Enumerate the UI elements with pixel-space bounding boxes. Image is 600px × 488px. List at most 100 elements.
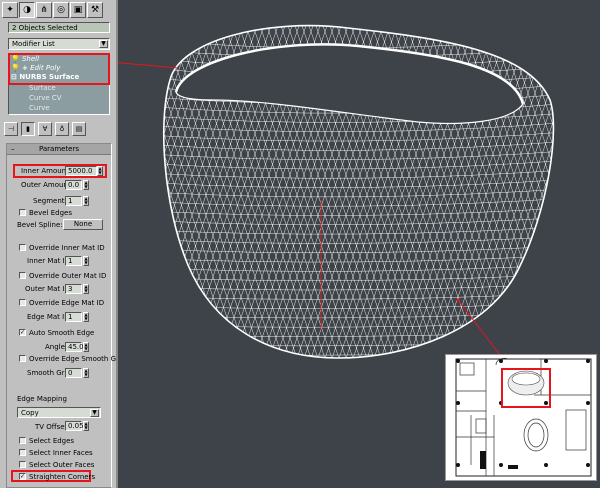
callout-point-icon bbox=[456, 298, 460, 302]
select-outer-faces-label: Select Outer Faces bbox=[29, 461, 95, 469]
outer-amount-spinner[interactable]: 0.0 ▲ ▼ bbox=[65, 180, 103, 190]
selection-name-field[interactable]: 2 Objects Selected bbox=[8, 22, 110, 33]
command-panel: ✦ ◑ ⋔ ◎ ▣ ⚒ 2 Objects Selected Modifier … bbox=[0, 0, 118, 488]
select-inner-faces-checkbox[interactable] bbox=[19, 449, 26, 456]
bulb-icon: 💡 bbox=[11, 64, 20, 72]
collapse-icon[interactable]: ⊟ bbox=[11, 73, 17, 81]
spinner-arrows-icon[interactable]: ▲ ▼ bbox=[97, 166, 103, 176]
spinner-arrows-icon[interactable]: ▲ ▼ bbox=[83, 312, 89, 322]
angle-spinner[interactable]: 45.0 ▲ ▼ bbox=[65, 342, 103, 352]
auto-smooth-edge-label: Auto Smooth Edge bbox=[29, 329, 95, 337]
modify-tab[interactable]: ◑ bbox=[19, 2, 35, 18]
segments-value[interactable]: 1 bbox=[65, 196, 82, 206]
outer-mat-id-value[interactable]: 3 bbox=[65, 284, 82, 294]
stack-subitem-label: Surface bbox=[29, 84, 56, 92]
parameters-rollout: – Parameters Inner Amount: 5000.0 ▲ ▼ Out… bbox=[6, 143, 116, 488]
selection-label: 2 Objects Selected bbox=[12, 24, 78, 32]
outer-mat-id-spinner[interactable]: 3 ▲ ▼ bbox=[65, 284, 103, 294]
thumbnail-bowl bbox=[507, 370, 545, 396]
utilities-icon: ⚒ bbox=[90, 5, 100, 15]
override-edge-mat-label: Override Edge Mat ID bbox=[29, 299, 105, 307]
bevel-edges-checkbox[interactable] bbox=[19, 209, 26, 216]
edge-mat-id-spinner[interactable]: 1 ▲ ▼ bbox=[65, 312, 103, 322]
straighten-corners-label: Straighten Corners bbox=[29, 473, 96, 481]
create-icon: ✦ bbox=[6, 5, 14, 15]
override-outer-mat-label: Override Outer Mat ID bbox=[29, 272, 107, 280]
pin-stack-button[interactable]: ⊣ bbox=[4, 122, 18, 136]
configure-sets-button[interactable]: ▤ bbox=[72, 122, 86, 136]
inner-amount-value[interactable]: 5000.0 bbox=[65, 166, 97, 176]
stack-item-nurbs-surface[interactable]: ⊟ NURBS Surface bbox=[11, 73, 79, 82]
inner-amount-spinner[interactable]: 5000.0 ▲ ▼ bbox=[65, 166, 103, 176]
override-edge-smooth-grp-checkbox[interactable] bbox=[19, 355, 26, 362]
stack-toolbar: ⊣ ▮ ∀ ♁ ▤ bbox=[4, 122, 86, 136]
wireframe-bowl bbox=[162, 24, 555, 359]
stack-subitem-curve[interactable]: Curve bbox=[29, 104, 50, 113]
spinner-arrows-icon[interactable]: ▲ ▼ bbox=[83, 256, 89, 266]
display-icon: ▣ bbox=[73, 5, 83, 15]
collapse-icon: – bbox=[11, 145, 15, 153]
angle-label: Angle: bbox=[45, 343, 68, 351]
edge-mat-id-value[interactable]: 1 bbox=[65, 312, 82, 322]
trash-icon: ♁ bbox=[59, 125, 65, 133]
spinner-arrows-icon[interactable]: ▲ ▼ bbox=[83, 368, 89, 378]
select-edges-checkbox[interactable] bbox=[19, 437, 26, 444]
outer-amount-value[interactable]: 0.0 bbox=[65, 180, 82, 190]
inner-mat-id-value[interactable]: 1 bbox=[65, 256, 82, 266]
modify-icon: ◑ bbox=[23, 5, 31, 15]
segments-spinner[interactable]: 1 ▲ ▼ bbox=[65, 196, 103, 206]
spinner-arrows-icon[interactable]: ▲ ▼ bbox=[83, 342, 89, 352]
unique-icon: ∀ bbox=[42, 125, 48, 133]
smooth-grp-value[interactable]: 0 bbox=[65, 368, 82, 378]
configure-icon: ▤ bbox=[75, 125, 83, 133]
display-tab[interactable]: ▣ bbox=[70, 2, 86, 18]
stack-subitem-label: Curve CV bbox=[29, 94, 62, 102]
modifier-list-label: Modifier List bbox=[12, 40, 55, 48]
select-edges-label: Select Edges bbox=[29, 437, 75, 445]
override-inner-mat-checkbox[interactable] bbox=[19, 244, 26, 251]
command-panel-tabs: ✦ ◑ ⋔ ◎ ▣ ⚒ bbox=[2, 2, 103, 20]
edge-mapping-dropdown[interactable]: Copy ▼ bbox=[17, 407, 101, 418]
make-unique-button[interactable]: ∀ bbox=[38, 122, 52, 136]
spinner-arrows-icon[interactable]: ▲ ▼ bbox=[83, 180, 89, 190]
modifier-list-dropdown[interactable]: Modifier List ▼ bbox=[8, 38, 110, 50]
stack-item-edit-poly[interactable]: 💡 + Edit Poly bbox=[11, 64, 60, 73]
end-result-icon: ▮ bbox=[26, 125, 30, 133]
hierarchy-tab[interactable]: ⋔ bbox=[36, 2, 52, 18]
motion-tab[interactable]: ◎ bbox=[53, 2, 69, 18]
angle-value[interactable]: 45.0 bbox=[65, 342, 84, 352]
rollout-title: Parameters bbox=[38, 145, 80, 153]
override-outer-mat-checkbox[interactable] bbox=[19, 272, 26, 279]
auto-smooth-edge-checkbox[interactable]: ✓ bbox=[19, 329, 26, 336]
modifier-stack: 💡 Shell 💡 + Edit Poly ⊟ NURBS Surface Su… bbox=[8, 53, 110, 115]
select-outer-faces-checkbox[interactable] bbox=[19, 461, 26, 468]
stack-item-shell[interactable]: 💡 Shell bbox=[11, 55, 39, 64]
straighten-corners-checkbox[interactable]: ✓ bbox=[19, 473, 26, 480]
smooth-grp-spinner[interactable]: 0 ▲ ▼ bbox=[65, 368, 103, 378]
spinner-arrows-icon[interactable]: ▲ ▼ bbox=[83, 421, 89, 431]
pin-icon: ⊣ bbox=[7, 125, 15, 133]
utilities-tab[interactable]: ⚒ bbox=[87, 2, 103, 18]
tv-offset-spinner[interactable]: 0.05 ▲ ▼ bbox=[65, 421, 103, 431]
inner-mat-id-spinner[interactable]: 1 ▲ ▼ bbox=[65, 256, 103, 266]
stack-subitem-surface[interactable]: Surface bbox=[29, 84, 56, 93]
stack-item-label: NURBS Surface bbox=[19, 73, 80, 81]
stack-item-label: Shell bbox=[21, 55, 40, 63]
parameters-rollout-header[interactable]: – Parameters bbox=[7, 144, 111, 155]
spinner-arrows-icon[interactable]: ▲ ▼ bbox=[83, 284, 89, 294]
override-edge-smooth-grp-label: Override Edge Smooth Grp bbox=[29, 355, 118, 363]
show-end-result-button[interactable]: ▮ bbox=[21, 122, 35, 136]
create-tab[interactable]: ✦ bbox=[2, 2, 18, 18]
chevron-down-icon: ▼ bbox=[99, 40, 108, 48]
tv-offset-value[interactable]: 0.05 bbox=[65, 421, 84, 431]
stack-subitem-curve-cv[interactable]: Curve CV bbox=[29, 94, 62, 103]
expand-icon[interactable]: + bbox=[22, 64, 28, 72]
spinner-arrows-icon[interactable]: ▲ ▼ bbox=[83, 196, 89, 206]
override-edge-mat-checkbox[interactable] bbox=[19, 299, 26, 306]
bevel-spline-value: None bbox=[73, 220, 93, 228]
chevron-down-icon: ▼ bbox=[90, 409, 99, 417]
stack-subitem-label: Curve bbox=[29, 104, 50, 112]
bevel-spline-button[interactable]: None bbox=[63, 219, 103, 230]
remove-modifier-button[interactable]: ♁ bbox=[55, 122, 69, 136]
select-inner-faces-label: Select Inner Faces bbox=[29, 449, 93, 457]
